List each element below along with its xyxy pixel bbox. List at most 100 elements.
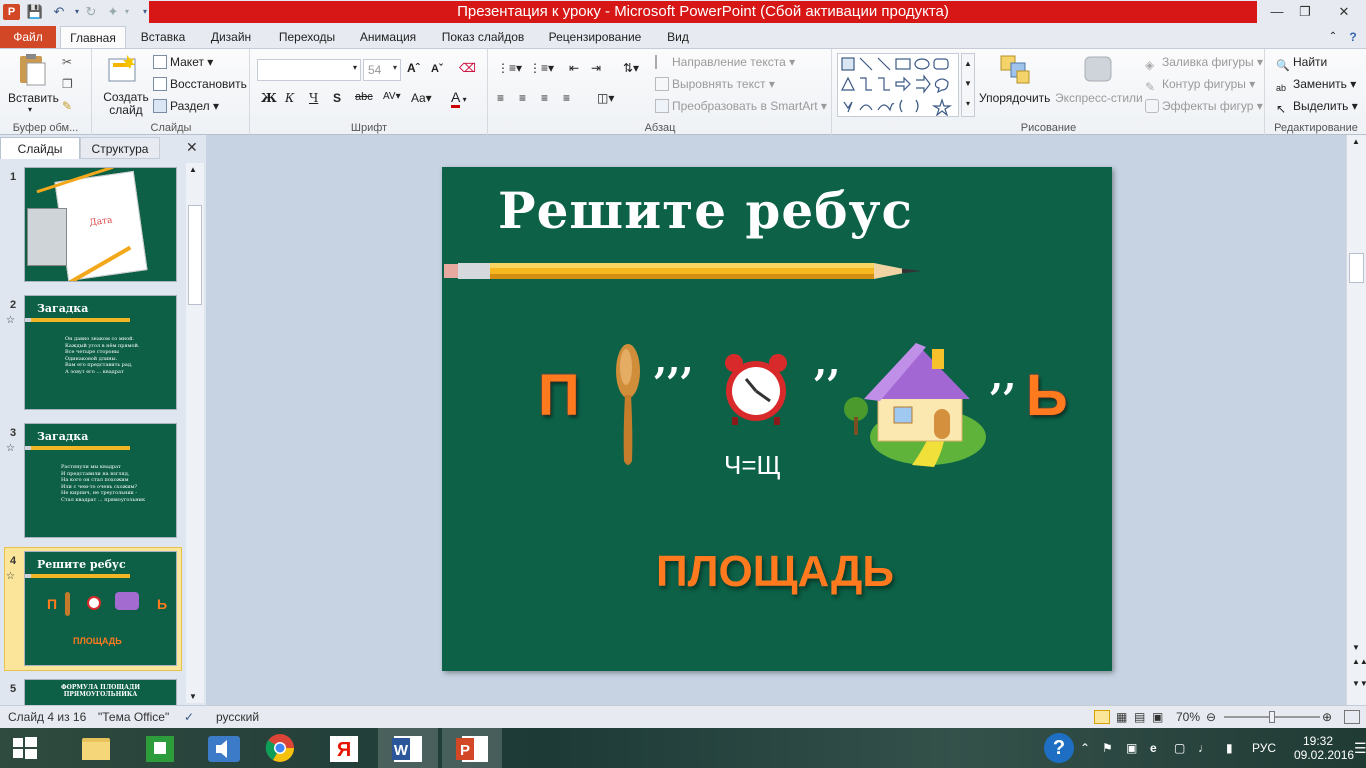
zoom-slider[interactable] (1224, 711, 1320, 723)
new-slide-button[interactable]: Создать слайд (103, 91, 149, 117)
reset-button[interactable]: Восстановить (153, 77, 247, 91)
rebus-commas-2[interactable]: ,, (814, 339, 840, 384)
rebus-answer[interactable]: ПЛОЩАДЬ (656, 547, 894, 597)
tab-slideshow[interactable]: Показ слайдов (432, 25, 534, 49)
ie-icon[interactable]: e (1150, 728, 1157, 768)
select-button[interactable]: ↖ Выделить ▾ (1276, 99, 1358, 116)
zoom-out-icon[interactable]: ⊖ (1206, 710, 1216, 724)
font-size-dropdown-icon[interactable]: ▾ (393, 63, 397, 72)
shapes-gallery-scroll[interactable]: ▲ ▼ ▾ (961, 53, 975, 117)
restore-button[interactable]: ❐ (1290, 2, 1320, 22)
columns-icon[interactable]: ◫▾ (597, 91, 614, 105)
tab-home[interactable]: Главная (60, 26, 126, 50)
close-panel-icon[interactable]: ✕ (186, 139, 198, 156)
slide-thumbnail-1[interactable]: Дата (24, 167, 177, 282)
help-circle-icon[interactable]: ? (1044, 733, 1074, 763)
bold-icon[interactable]: Ж (261, 91, 277, 105)
strikethrough-icon[interactable]: abc (355, 91, 373, 103)
slide-thumbnail-5[interactable]: ФОРМУЛА ПЛОЩАДИ ПРЯМОУГОЛЬНИКА (24, 679, 177, 705)
tab-slides[interactable]: Слайды (0, 137, 80, 159)
new-slide-icon[interactable] (107, 53, 139, 85)
taskbar-chrome[interactable] (250, 728, 310, 768)
theme-name[interactable]: "Тема Office" (98, 710, 169, 724)
spellcheck-icon[interactable]: ✓ (184, 710, 194, 724)
find-button[interactable]: 🔍 Найти (1276, 55, 1327, 73)
slide-thumbnail-4[interactable]: Решите ребус П Ь ПЛОЩАДЬ (24, 551, 177, 666)
keyboard-language[interactable]: РУС (1252, 728, 1276, 768)
slide-title[interactable]: Решите ребус (498, 181, 913, 240)
replace-button[interactable]: ab Заменить ▾ (1276, 77, 1356, 97)
close-button[interactable]: ✕ (1324, 2, 1364, 22)
bullets-icon[interactable]: ⋮≡▾ (497, 61, 522, 75)
increase-indent-icon[interactable]: ⇥ (591, 61, 601, 75)
arrange-icon[interactable] (999, 53, 1031, 85)
rebus-letter-soft-sign[interactable]: Ь (1026, 362, 1068, 429)
paste-dropdown-icon[interactable]: ▾ (28, 105, 32, 114)
text-direction-button[interactable]: Направление текста ▾ (655, 55, 795, 69)
reading-view-icon[interactable]: ▤ (1134, 710, 1145, 724)
volume-icon[interactable]: ♩ (1198, 728, 1210, 768)
font-color-icon[interactable]: A ▾ (451, 89, 467, 108)
paste-button[interactable]: Вставить (8, 91, 59, 105)
shape-fill-button[interactable]: ◈ Заливка фигуры ▾ (1145, 55, 1263, 72)
clock[interactable]: 19:32 09.02.2016 (1294, 734, 1354, 768)
zoom-in-icon[interactable]: ⊕ (1322, 710, 1332, 724)
paste-icon[interactable] (16, 53, 48, 86)
save-icon[interactable]: 💾 (26, 3, 44, 21)
shrink-font-icon[interactable]: Aˇ (431, 63, 443, 75)
taskbar-yandex[interactable]: Я (314, 728, 374, 768)
taskbar-store[interactable] (130, 728, 190, 768)
scroll-up-icon[interactable]: ▲ (1352, 137, 1360, 146)
qat-more-icon[interactable]: ▾ (118, 3, 136, 21)
quick-styles-button[interactable]: Экспресс-стили (1055, 91, 1143, 105)
current-slide[interactable]: Решите ребус П ,,, Ч=Щ ,, ,, Ь ПЛОЩАДЬ (442, 167, 1112, 671)
smartart-button[interactable]: Преобразовать в SmartArt ▾ (655, 99, 827, 113)
slide-thumbnail-3[interactable]: Загадка Растянули мы квадрат И представи… (24, 423, 177, 538)
align-text-button[interactable]: Выровнять текст ▾ (655, 77, 775, 91)
tab-animation[interactable]: Анимация (352, 25, 424, 49)
display-icon[interactable]: ▣ (1126, 728, 1137, 768)
section-button[interactable]: Раздел ▾ (153, 99, 219, 113)
clear-formatting-icon[interactable]: ⌫ (459, 61, 476, 75)
shadow-icon[interactable]: S (333, 91, 341, 105)
help-icon[interactable]: ? (1344, 25, 1362, 49)
arrange-button[interactable]: Упорядочить (979, 91, 1050, 105)
align-left-icon[interactable]: ≡ (497, 91, 504, 105)
tab-review[interactable]: Рецензирование (542, 25, 648, 49)
fit-to-window-icon[interactable] (1344, 710, 1360, 724)
scroll-down-icon[interactable]: ▼ (189, 692, 197, 701)
tab-file[interactable]: Файл (0, 26, 56, 48)
scroll-thumb[interactable] (1349, 253, 1364, 283)
shape-effects-button[interactable]: Эффекты фигур ▾ (1145, 99, 1263, 113)
tab-outline[interactable]: Структура (80, 137, 160, 159)
align-center-icon[interactable]: ≡ (519, 91, 526, 105)
align-right-icon[interactable]: ≡ (541, 91, 548, 105)
tab-design[interactable]: Дизайн (200, 25, 262, 49)
font-size-input[interactable]: 54 ▾ (363, 59, 401, 81)
change-case-icon[interactable]: Aa▾ (411, 91, 432, 105)
font-family-input[interactable]: ▾ (257, 59, 361, 81)
scroll-up-icon[interactable]: ▲ (189, 165, 197, 174)
start-button[interactable] (0, 728, 48, 768)
tab-insert[interactable]: Вставка (134, 25, 192, 49)
slide-thumbnail-2[interactable]: Загадка Он давно знаком со мной. Каждый … (24, 295, 177, 410)
rebus-commas-3[interactable]: ,, (990, 353, 1016, 398)
slides-panel-scrollbar[interactable]: ▲ ▼ (186, 163, 204, 703)
scroll-down-icon[interactable]: ▼ (1352, 643, 1360, 652)
copy-icon[interactable]: ❐ (62, 77, 73, 91)
powerpoint-app-icon[interactable]: P (3, 4, 20, 20)
previous-slide-icon[interactable]: ▲▲ (1352, 657, 1366, 666)
numbering-icon[interactable]: ⋮≡▾ (529, 61, 554, 75)
rebus-letter-p[interactable]: П (538, 362, 580, 429)
network-icon[interactable]: ▢ (1174, 728, 1185, 768)
taskbar-word[interactable]: W (378, 728, 438, 768)
taskbar-powerpoint[interactable]: P (442, 728, 502, 768)
next-slide-icon[interactable]: ▼▼ (1352, 679, 1366, 688)
format-painter-icon[interactable]: ✎ (62, 99, 72, 113)
font-family-dropdown-icon[interactable]: ▾ (353, 63, 357, 72)
slide-sorter-icon[interactable]: ▦ (1116, 710, 1127, 724)
line-spacing-icon[interactable]: ⇅▾ (623, 61, 639, 75)
underline-icon[interactable]: Ч (309, 91, 318, 105)
undo-icon[interactable]: ↶ (50, 3, 68, 21)
zoom-slider-thumb[interactable] (1269, 711, 1275, 723)
